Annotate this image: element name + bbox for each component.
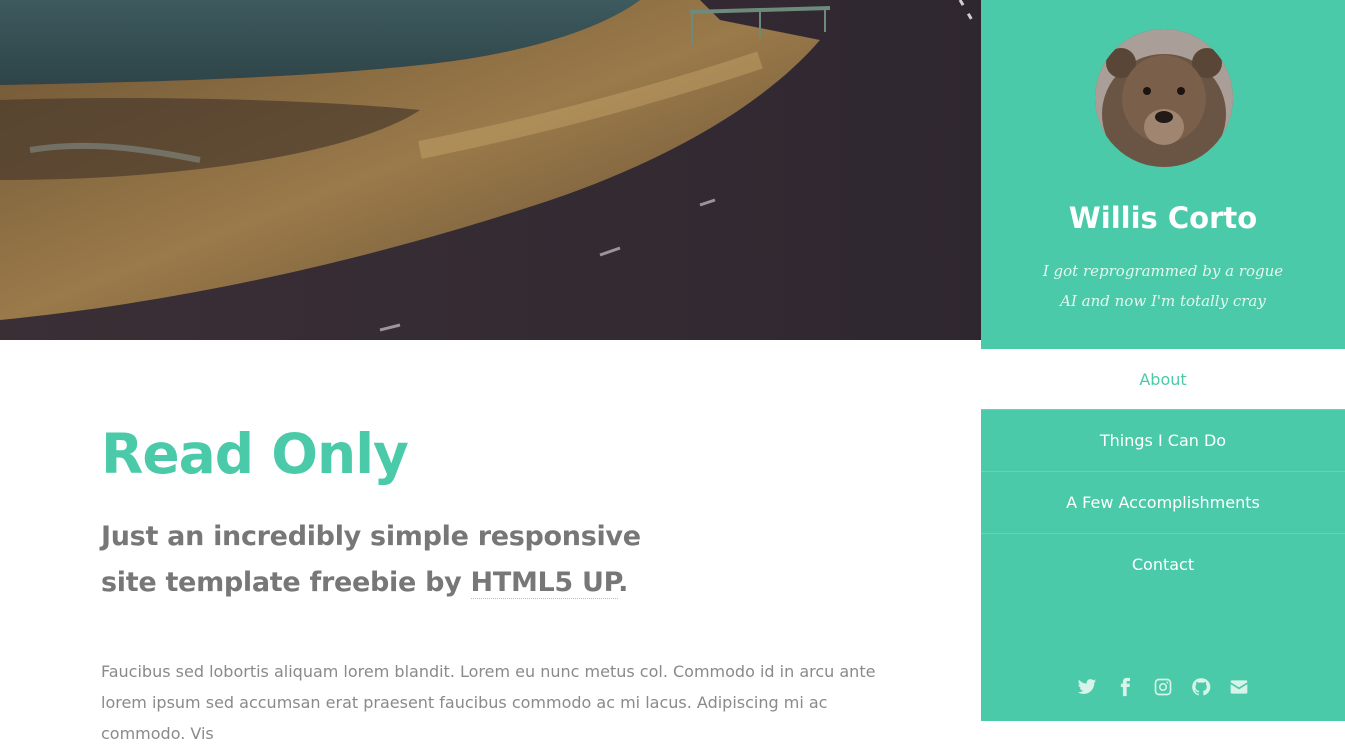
subtitle-period: .	[618, 567, 629, 598]
nav-item-accomplishments[interactable]: A Few Accomplishments	[981, 471, 1345, 533]
nav-item-things-i-can-do[interactable]: Things I Can Do	[981, 409, 1345, 471]
page-title: Read Only	[101, 422, 409, 486]
nav-item-contact[interactable]: Contact	[981, 533, 1345, 595]
profile-header: Willis Corto I got reprogrammed by a rog…	[981, 0, 1345, 349]
profile-tagline: I got reprogrammed by a rogue AI and now…	[1042, 262, 1284, 310]
hero-banner-image	[0, 0, 981, 340]
instagram-icon[interactable]	[1152, 672, 1174, 702]
avatar	[1095, 29, 1233, 167]
html5up-link[interactable]: HTML5 UP	[470, 567, 618, 599]
body-paragraph: Faucibus sed lobortis aliquam lorem blan…	[101, 662, 876, 743]
profile-name: Willis Corto	[1068, 201, 1258, 235]
envelope-icon[interactable]	[1228, 672, 1250, 702]
social-links	[981, 672, 1345, 702]
github-icon[interactable]	[1190, 672, 1212, 702]
page-subtitle: Just an incredibly simple responsive sit…	[101, 514, 661, 606]
sidebar: Willis Corto I got reprogrammed by a rog…	[981, 0, 1345, 721]
nav-item-about[interactable]: About	[981, 349, 1345, 409]
twitter-icon[interactable]	[1076, 672, 1098, 702]
sidebar-nav: About Things I Can Do A Few Accomplishme…	[981, 349, 1345, 595]
facebook-icon[interactable]	[1114, 672, 1136, 702]
